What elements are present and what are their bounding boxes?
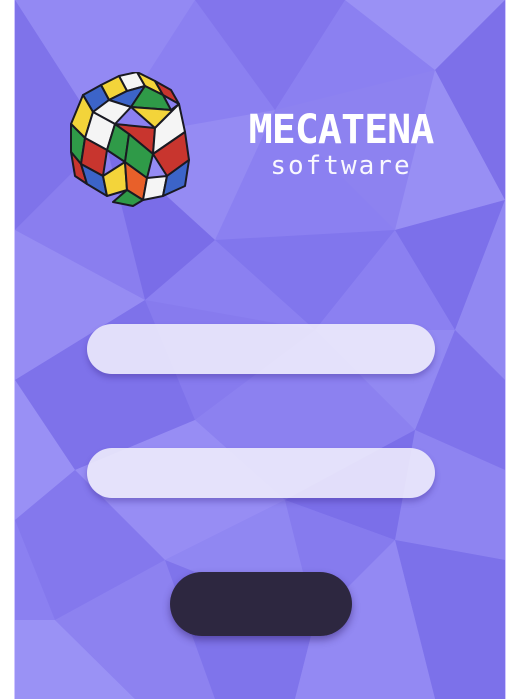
brand-subtitle: software	[270, 151, 412, 181]
username-input[interactable]	[87, 324, 435, 374]
password-input[interactable]	[87, 448, 435, 498]
brand-wordmark: MECATENA software	[221, 108, 461, 188]
rubiks-cube-icon	[70, 72, 190, 207]
brand-title: MECATENA	[248, 107, 435, 153]
login-screen: MECATENA software	[14, 0, 506, 699]
login-button[interactable]	[170, 572, 352, 636]
